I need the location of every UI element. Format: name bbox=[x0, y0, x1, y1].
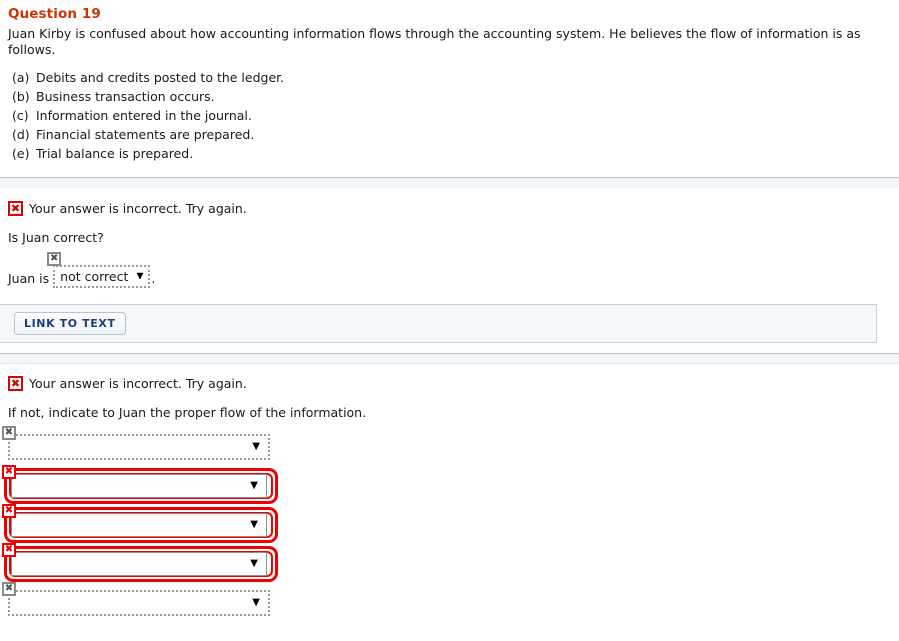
list-item-text: Financial statements are prepared. bbox=[36, 127, 255, 142]
chevron-down-icon: ▼ bbox=[250, 480, 258, 491]
question-item-list: (a) Debits and credits posted to the ledg… bbox=[0, 68, 899, 163]
x-mark-icon: ✖ bbox=[2, 582, 16, 596]
answer-select-1[interactable]: ▼ bbox=[8, 434, 270, 460]
list-item-text: Trial balance is prepared. bbox=[36, 146, 194, 161]
list-item-label: (e) bbox=[12, 146, 30, 161]
answer-prefix-label: Juan is bbox=[8, 271, 50, 286]
x-mark-icon: ✖ bbox=[8, 201, 23, 216]
section-band bbox=[0, 354, 899, 363]
prompt-proper-flow: If not, indicate to Juan the proper flow… bbox=[8, 405, 367, 420]
answer-select-2[interactable]: ▼ bbox=[11, 474, 267, 498]
x-mark-icon: ✖ bbox=[47, 252, 62, 266]
x-mark-icon: ✖ bbox=[2, 543, 16, 557]
answer-selects-list: ✖ ▼ ✖ ▼ ✖ ▼ ✖ ▼ ✖ ▼ bbox=[0, 420, 899, 623]
link-to-text-panel: LINK TO TEXT bbox=[0, 304, 877, 343]
list-item-label: (a) bbox=[12, 70, 30, 85]
x-mark-icon: ✖ bbox=[2, 504, 16, 518]
answer-select-row: ✖ ▼ bbox=[0, 426, 899, 467]
answer-select-4[interactable]: ▼ bbox=[11, 552, 267, 576]
list-item: (c) Information entered in the journal. bbox=[0, 106, 899, 125]
prompt-is-juan-correct: Is Juan correct? bbox=[8, 230, 104, 245]
list-item-label: (c) bbox=[12, 108, 29, 123]
juan-is-select-value: not correct bbox=[60, 269, 129, 284]
section-band bbox=[0, 178, 899, 189]
list-item: (d) Financial statements are prepared. bbox=[0, 125, 899, 144]
list-item: (b) Business transaction occurs. bbox=[0, 87, 899, 106]
answer-row-juan-is: Juan is ✖ not correct ▼ . bbox=[0, 245, 899, 288]
answer-select-row: ✖ ▼ bbox=[0, 504, 899, 545]
link-to-text-button[interactable]: LINK TO TEXT bbox=[14, 312, 126, 335]
question-header: Question 19 Juan Kirby is confused about… bbox=[0, 0, 899, 58]
chevron-down-icon: ▼ bbox=[136, 271, 144, 281]
list-item-label: (d) bbox=[12, 127, 30, 142]
feedback-message-part-one: ✖ Your answer is incorrect. Try again. bbox=[0, 189, 899, 216]
answer-suffix-label: . bbox=[151, 271, 156, 286]
chevron-down-icon: ▼ bbox=[250, 519, 258, 530]
page-title: Question 19 bbox=[8, 6, 101, 22]
x-mark-icon: ✖ bbox=[2, 426, 16, 440]
question-intro: Juan Kirby is confused about how account… bbox=[8, 26, 861, 57]
chevron-down-icon: ▼ bbox=[252, 597, 260, 608]
list-item: (e) Trial balance is prepared. bbox=[0, 144, 899, 163]
juan-is-select[interactable]: not correct ▼ bbox=[53, 265, 151, 288]
answer-select-row: ✖ ▼ bbox=[0, 543, 899, 584]
chevron-down-icon: ▼ bbox=[252, 441, 260, 452]
list-item-text: Business transaction occurs. bbox=[36, 89, 215, 104]
answer-select-3[interactable]: ▼ bbox=[11, 513, 267, 537]
list-item-label: (b) bbox=[12, 89, 30, 104]
feedback-message-part-two: ✖ Your answer is incorrect. Try again. bbox=[0, 364, 899, 391]
chevron-down-icon: ▼ bbox=[250, 558, 258, 569]
feedback-text: Your answer is incorrect. Try again. bbox=[29, 201, 247, 216]
x-mark-icon: ✖ bbox=[8, 376, 23, 391]
list-item: (a) Debits and credits posted to the ledg… bbox=[0, 68, 899, 87]
feedback-text: Your answer is incorrect. Try again. bbox=[29, 376, 247, 391]
spacer bbox=[0, 343, 899, 353]
x-mark-icon: ✖ bbox=[2, 465, 16, 479]
list-item-text: Debits and credits posted to the ledger. bbox=[36, 70, 285, 85]
list-item-text: Information entered in the journal. bbox=[36, 108, 252, 123]
juan-is-select-wrapper[interactable]: ✖ not correct ▼ bbox=[47, 252, 151, 288]
answer-select-row: ✖ ▼ bbox=[0, 465, 899, 506]
answer-select-row: ✖ ▼ bbox=[0, 582, 899, 623]
answer-select-5[interactable]: ▼ bbox=[8, 590, 270, 616]
